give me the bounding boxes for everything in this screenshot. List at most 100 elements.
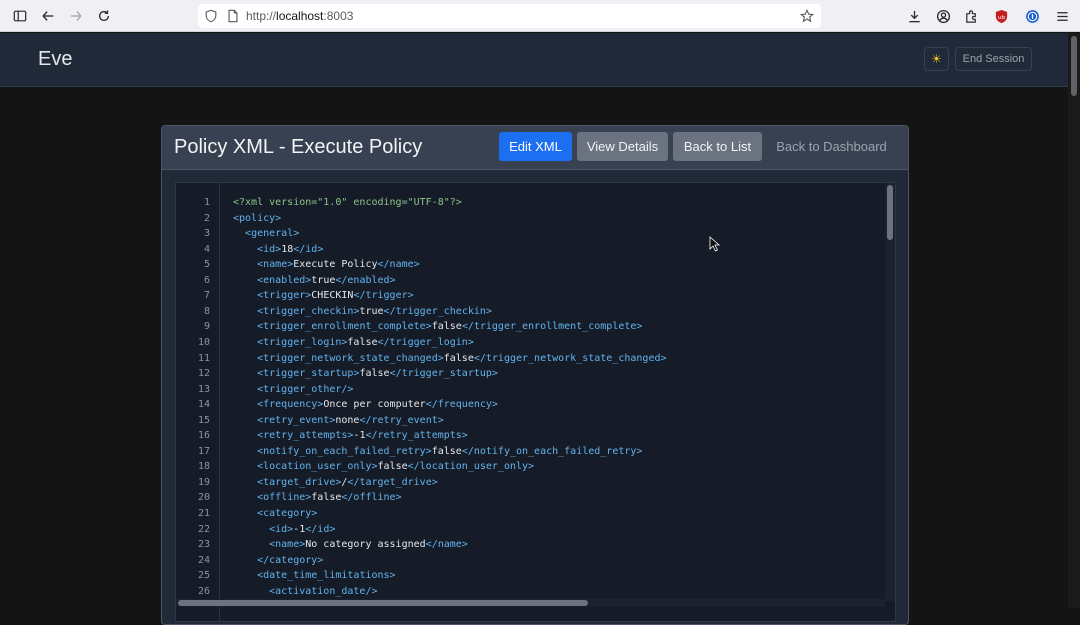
- forward-arrow-icon[interactable]: [66, 6, 86, 26]
- url-host: localhost: [276, 9, 324, 23]
- line-number: 25: [197, 570, 210, 582]
- xml-open-tag: <trigger_checkin>: [257, 305, 360, 317]
- line-number: 9: [203, 321, 210, 333]
- back-arrow-icon[interactable]: [38, 6, 58, 26]
- extensions-icon[interactable]: [963, 8, 979, 24]
- theme-toggle-button[interactable]: ☀: [924, 47, 949, 71]
- end-session-button[interactable]: End Session: [955, 47, 1032, 71]
- line-number-gutter: 1 2 3 4 5 6 7 8 9 10 11 12 13 14 15 16 17 18 19 20 21 22 23 24 2…: [176, 183, 220, 621]
- code-line: <retry_attempts>-1</retry_attempts>: [233, 430, 468, 441]
- editor-vertical-scrollbar[interactable]: [885, 183, 895, 601]
- xml-open-tag: <trigger>: [257, 290, 312, 302]
- line-number: 12: [197, 368, 210, 380]
- url-bar[interactable]: http://localhost:8003: [198, 4, 821, 28]
- xml-code-editor[interactable]: 1 2 3 4 5 6 7 8 9 10 11 12 13 14 15 16 17 18 19 20 21 22 23 24 2…: [175, 182, 896, 622]
- xml-text-value: Once per computer: [323, 399, 426, 411]
- reload-icon[interactable]: [94, 6, 114, 26]
- card-header: Policy XML - Execute Policy Edit XML Vie…: [162, 126, 908, 170]
- xml-text-value: false: [431, 321, 462, 333]
- line-number: 19: [197, 476, 210, 488]
- code-line: <trigger_checkin>true</trigger_checkin>: [233, 306, 492, 317]
- xml-open-tag: </category>: [257, 554, 324, 566]
- code-line: <notify_on_each_failed_retry>false</noti…: [233, 446, 642, 457]
- view-details-button[interactable]: View Details: [577, 132, 668, 161]
- code-line: <date_time_limitations>: [233, 570, 396, 582]
- page-scrollbar[interactable]: [1068, 33, 1080, 608]
- xml-open-tag: <trigger_enrollment_complete>: [257, 321, 432, 333]
- code-line: <retry_event>none</retry_event>: [233, 415, 444, 426]
- line-number: 24: [197, 554, 210, 566]
- xml-open-tag: <general>: [245, 228, 300, 240]
- xml-text-value: false: [377, 461, 408, 473]
- edit-xml-button[interactable]: Edit XML: [499, 132, 572, 161]
- ublock-icon[interactable]: ub: [993, 8, 1009, 24]
- line-number: 5: [203, 259, 210, 271]
- xml-open-tag: <frequency>: [257, 399, 324, 411]
- line-number: 23: [197, 539, 210, 551]
- shield-icon[interactable]: [204, 9, 218, 23]
- line-number: 20: [197, 492, 210, 504]
- editor-vertical-scrollbar-thumb[interactable]: [887, 185, 893, 240]
- brand-logo-text[interactable]: Eve: [38, 48, 72, 71]
- xml-open-tag: <enabled>: [257, 274, 312, 286]
- editor-horizontal-scrollbar-thumb[interactable]: [178, 600, 588, 606]
- xml-open-tag: <trigger_login>: [257, 336, 348, 348]
- url-scheme: http://: [246, 9, 277, 23]
- code-line: <enabled>true</enabled>: [233, 275, 396, 286]
- password-manager-icon[interactable]: [1024, 8, 1040, 24]
- xml-open-tag: <name>: [257, 259, 294, 271]
- back-to-list-button[interactable]: Back to List: [673, 132, 762, 161]
- page-scrollbar-thumb[interactable]: [1071, 36, 1077, 96]
- xml-open-tag: <activation_date/>: [269, 585, 378, 597]
- xml-open-tag: <notify_on_each_failed_retry>: [257, 445, 432, 457]
- code-line: <trigger_other/>: [233, 384, 353, 395]
- xml-open-tag: <trigger_network_state_changed>: [257, 352, 444, 364]
- line-number: 14: [197, 399, 210, 411]
- line-number: 18: [197, 461, 210, 473]
- back-to-dashboard-link[interactable]: Back to Dashboard: [767, 132, 896, 161]
- xml-text-value: -1: [353, 430, 366, 442]
- svg-text:ub: ub: [997, 14, 1005, 20]
- hamburger-menu-icon[interactable]: [1054, 8, 1070, 24]
- line-number: 15: [197, 414, 210, 426]
- xml-open-tag: <target_drive>: [257, 476, 342, 488]
- page-info-icon[interactable]: [226, 9, 240, 23]
- xml-open-tag: <trigger_other/>: [257, 383, 354, 395]
- xml-close-tag: </trigger>: [353, 290, 414, 302]
- xml-open-tag: <date_time_limitations>: [257, 570, 396, 582]
- xml-text-value: true: [359, 305, 384, 317]
- line-number: 3: [203, 228, 210, 240]
- code-line: <trigger_enrollment_complete>false</trig…: [233, 321, 642, 332]
- bookmark-star-icon[interactable]: [799, 8, 815, 23]
- code-line: </category>: [233, 555, 323, 566]
- account-icon[interactable]: [935, 8, 951, 24]
- xml-close-tag: </id>: [305, 523, 336, 535]
- xml-close-tag: </trigger_login>: [377, 336, 474, 348]
- xml-open-tag: <id>: [257, 243, 282, 255]
- xml-open-tag: <location_user_only>: [257, 461, 378, 473]
- downloads-icon[interactable]: [906, 8, 922, 24]
- editor-horizontal-scrollbar[interactable]: [176, 599, 885, 607]
- xml-text-value: true: [311, 274, 336, 286]
- code-line: <trigger>CHECKIN</trigger>: [233, 290, 414, 301]
- line-number: 16: [197, 430, 210, 442]
- policy-xml-card: Policy XML - Execute Policy Edit XML Vie…: [161, 125, 909, 625]
- sidebar-toggle-icon[interactable]: [10, 6, 30, 26]
- xml-close-tag: </id>: [293, 243, 324, 255]
- xml-close-tag: </retry_attempts>: [365, 430, 468, 442]
- code-line: <?xml version="1.0" encoding="UTF-8"?>: [233, 197, 462, 208]
